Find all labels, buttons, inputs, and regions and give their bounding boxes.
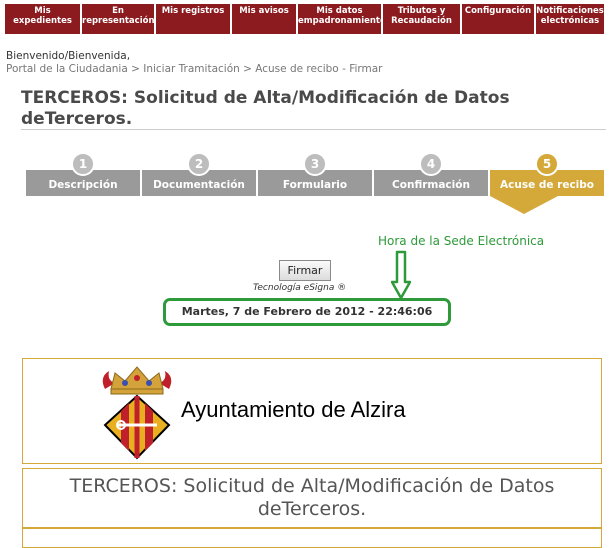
alzira-coat-of-arms-icon: [102, 366, 172, 460]
title-divider: [21, 129, 606, 130]
logo-text: Ayuntamiento de Alzira: [181, 397, 406, 422]
step-descripcion: 1 Descripción: [26, 152, 140, 196]
bottom-box: [22, 528, 602, 548]
nav-mis-datos-empadronamiento[interactable]: Mis datos empadronamiento: [298, 4, 381, 34]
step-number: 5: [535, 152, 559, 176]
step-number: 4: [419, 152, 443, 176]
step-number: 3: [303, 152, 327, 176]
step-label: Descripción: [48, 179, 118, 191]
nav-configuracion[interactable]: Configuración: [462, 4, 534, 34]
nav-en-representacion[interactable]: En representación: [82, 4, 154, 34]
sign-button[interactable]: Firmar: [279, 260, 331, 281]
nav-mis-avisos[interactable]: Mis avisos: [232, 4, 296, 34]
server-datetime: Martes, 7 de Febrero de 2012 - 22:46:06: [163, 298, 451, 326]
step-label: Acuse de recibo: [500, 179, 594, 191]
step-documentacion: 2 Documentación: [142, 152, 256, 196]
nav-mis-expedientes[interactable]: Mis expedientes: [5, 4, 80, 34]
annotation-arrow-icon: [391, 250, 411, 300]
step-number: 2: [187, 152, 211, 176]
page-title: TERCEROS: Solicitud de Alta/Modificación…: [21, 88, 510, 129]
step-number: 1: [71, 152, 95, 176]
breadcrumb[interactable]: Portal de la Ciudadania > Iniciar Tramit…: [6, 63, 383, 75]
nav-notificaciones-electronicas[interactable]: Notificaciones electrónicas: [536, 4, 604, 34]
clock-annotation-label: Hora de la Sede Electrónica: [378, 234, 545, 248]
step-acuse-de-recibo: 5 Acuse de recibo: [490, 152, 604, 196]
logo-box: Ayuntamiento de Alzira: [22, 358, 602, 464]
step-label: Formulario: [282, 179, 348, 191]
step-label: Documentación: [153, 179, 245, 191]
nav-mis-registros[interactable]: Mis registros: [156, 4, 230, 34]
step-label: Confirmación: [392, 179, 470, 191]
nav-tributos-recaudacion[interactable]: Tributos y Recaudación: [383, 4, 460, 34]
esigna-credit: Tecnología eSigna ®: [253, 283, 347, 293]
active-step-pointer: [490, 196, 558, 214]
step-confirmacion: 4 Confirmación: [374, 152, 488, 196]
welcome-text: Bienvenido/Bienvenida,: [6, 50, 131, 62]
top-navigation: Mis expedientes En representación Mis regi…: [5, 4, 606, 34]
procedure-title: TERCEROS: Solicitud de Alta/Modificación…: [69, 475, 555, 520]
step-formulario: 3 Formulario: [258, 152, 372, 196]
procedure-info-box: TERCEROS: Solicitud de Alta/Modificación…: [22, 468, 602, 528]
